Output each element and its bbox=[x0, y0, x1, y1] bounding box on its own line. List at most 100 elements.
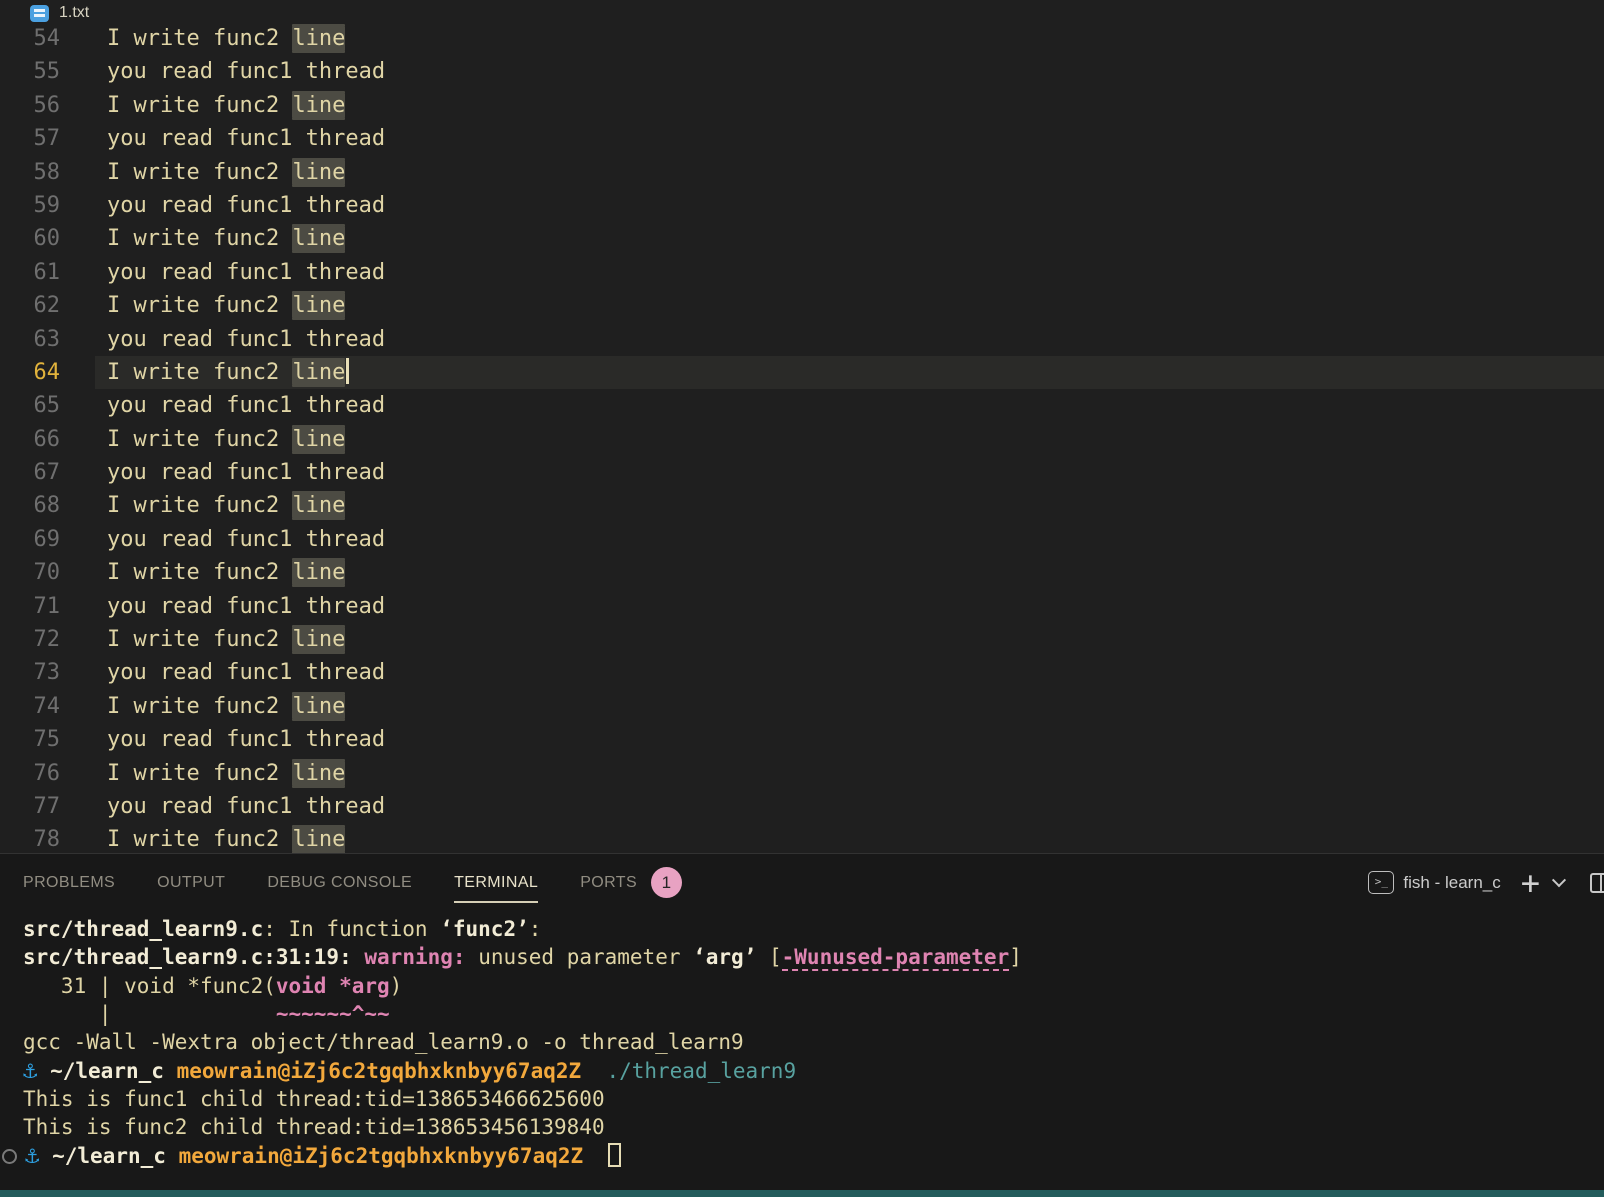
code-line-61[interactable]: 61you read func1 thread bbox=[0, 256, 1604, 289]
code-line-69[interactable]: 69you read func1 thread bbox=[0, 523, 1604, 556]
terminal-line-1: src/thread_learn9.c:31:19: warning: unus… bbox=[23, 943, 1604, 971]
code-line-60[interactable]: 60I write func2 line bbox=[0, 222, 1604, 255]
line-number: 65 bbox=[0, 389, 95, 422]
panel-tab-label: PORTS bbox=[580, 874, 637, 892]
terminal-text: unused parameter bbox=[466, 945, 694, 969]
line-text: I write func2 line bbox=[95, 823, 1604, 853]
ports-count-badge: 1 bbox=[651, 867, 682, 898]
terminal-text bbox=[581, 1059, 606, 1083]
terminal-text: | bbox=[23, 1002, 276, 1026]
line-text: I write func2 line bbox=[95, 690, 1604, 723]
terminal-text: gcc -Wall -Wextra object/thread_learn9.o… bbox=[23, 1030, 744, 1054]
code-line-66[interactable]: 66I write func2 line bbox=[0, 423, 1604, 456]
line-number: 56 bbox=[0, 89, 95, 122]
line-text: I write func2 line bbox=[95, 222, 1604, 255]
terminal-cursor bbox=[608, 1143, 621, 1167]
terminal-line-4: gcc -Wall -Wextra object/thread_learn9.o… bbox=[23, 1028, 1604, 1056]
line-text: you read func1 thread bbox=[95, 523, 1604, 556]
line-number: 75 bbox=[0, 723, 95, 756]
code-line-55[interactable]: 55you read func1 thread bbox=[0, 55, 1604, 88]
editor-lines[interactable]: 54I write func2 line55you read func1 thr… bbox=[0, 22, 1604, 853]
terminal-text bbox=[39, 1144, 52, 1168]
code-line-67[interactable]: 67you read func1 thread bbox=[0, 456, 1604, 489]
panel-tab-terminal[interactable]: TERMINAL bbox=[454, 854, 538, 911]
terminal-text: src/thread_learn9.c bbox=[23, 917, 263, 941]
panel-tab-label: TERMINAL bbox=[454, 874, 538, 892]
search-match-highlight: line bbox=[292, 694, 345, 719]
terminal-icon: >_ bbox=[1368, 871, 1394, 894]
line-text: I write func2 line bbox=[95, 489, 1604, 522]
code-line-70[interactable]: 70I write func2 line bbox=[0, 556, 1604, 589]
panel-tab-label: PROBLEMS bbox=[23, 874, 115, 892]
file-tab-label: 1.txt bbox=[59, 4, 89, 22]
line-number: 78 bbox=[0, 823, 95, 853]
line-number: 76 bbox=[0, 757, 95, 790]
terminal-text: ‘arg’ bbox=[693, 945, 756, 969]
terminal-line-2: 31 | void *func2(void *arg) bbox=[23, 972, 1604, 1000]
code-line-58[interactable]: 58I write func2 line bbox=[0, 156, 1604, 189]
line-text: you read func1 thread bbox=[95, 656, 1604, 689]
line-number: 77 bbox=[0, 790, 95, 823]
line-text: I write func2 line bbox=[95, 423, 1604, 456]
terminal-text bbox=[166, 1144, 179, 1168]
code-line-75[interactable]: 75you read func1 thread bbox=[0, 723, 1604, 756]
terminal-line-0: src/thread_learn9.c: In function ‘func2’… bbox=[23, 915, 1604, 943]
vscode-window: 1.txt 54I write func2 line55you read fun… bbox=[0, 0, 1604, 1197]
panel-tab-problems[interactable]: PROBLEMS bbox=[23, 854, 115, 911]
chevron-down-icon[interactable] bbox=[1552, 873, 1566, 887]
terminal-selector-label[interactable]: fish - learn_c bbox=[1403, 873, 1500, 893]
terminal-text bbox=[352, 945, 365, 969]
code-line-78[interactable]: 78I write func2 line bbox=[0, 823, 1604, 853]
code-line-73[interactable]: 73you read func1 thread bbox=[0, 656, 1604, 689]
line-number: 58 bbox=[0, 156, 95, 189]
editor-pane: 1.txt 54I write func2 line55you read fun… bbox=[0, 0, 1604, 853]
code-line-57[interactable]: 57you read func1 thread bbox=[0, 122, 1604, 155]
line-number: 68 bbox=[0, 489, 95, 522]
split-terminal-icon[interactable] bbox=[1590, 873, 1604, 893]
line-text: you read func1 thread bbox=[95, 55, 1604, 88]
code-line-59[interactable]: 59you read func1 thread bbox=[0, 189, 1604, 222]
terminal-line-3: | ~~~~~~^~~ bbox=[23, 1000, 1604, 1028]
terminal-text: ~~~~~~^~~ bbox=[276, 1002, 390, 1026]
panel-tab-output[interactable]: OUTPUT bbox=[157, 854, 225, 911]
terminal-line-7: This is func2 child thread:tid=138653456… bbox=[23, 1113, 1604, 1141]
code-line-54[interactable]: 54I write func2 line bbox=[0, 22, 1604, 55]
line-text: I write func2 line bbox=[95, 623, 1604, 656]
terminal-text: ~/learn_c bbox=[52, 1144, 166, 1168]
terminal-line-8: ⚓ ~/learn_c meowrain@iZj6c2tgqbhxknbyy67… bbox=[23, 1141, 1604, 1169]
terminal-output[interactable]: src/thread_learn9.c: In function ‘func2’… bbox=[0, 911, 1604, 1170]
terminal-line-6: This is func1 child thread:tid=138653466… bbox=[23, 1085, 1604, 1113]
line-number: 71 bbox=[0, 590, 95, 623]
line-text: you read func1 thread bbox=[95, 389, 1604, 422]
terminal-text: src/thread_learn9.c:31:19: bbox=[23, 945, 352, 969]
panel-tabs: PROBLEMS OUTPUT DEBUG CONSOLE TERMINAL PORTS… bbox=[23, 854, 724, 911]
code-line-71[interactable]: 71you read func1 thread bbox=[0, 590, 1604, 623]
code-line-72[interactable]: 72I write func2 line bbox=[0, 623, 1604, 656]
code-line-62[interactable]: 62I write func2 line bbox=[0, 289, 1604, 322]
terminal-text: ~/learn_c bbox=[50, 1059, 164, 1083]
new-terminal-button[interactable]: + bbox=[1521, 867, 1540, 899]
code-line-56[interactable]: 56I write func2 line bbox=[0, 89, 1604, 122]
panel-tab-debug-console[interactable]: DEBUG CONSOLE bbox=[267, 854, 412, 911]
terminal-text: meowrain@iZj6c2tgqbhxknbyy67aq2Z bbox=[177, 1059, 582, 1083]
code-line-77[interactable]: 77you read func1 thread bbox=[0, 790, 1604, 823]
code-line-68[interactable]: 68I write func2 line bbox=[0, 489, 1604, 522]
line-number: 64 bbox=[0, 356, 95, 389]
code-line-65[interactable]: 65you read func1 thread bbox=[0, 389, 1604, 422]
line-text: I write func2 line bbox=[95, 22, 1604, 55]
terminal-text: void *arg bbox=[276, 974, 390, 998]
panel-tab-label: OUTPUT bbox=[157, 874, 225, 892]
code-line-64[interactable]: 64I write func2 line bbox=[0, 356, 1604, 389]
panel-tab-ports[interactable]: PORTS 1 bbox=[580, 854, 682, 911]
line-text: you read func1 thread bbox=[95, 122, 1604, 155]
search-match-highlight: line bbox=[292, 827, 345, 852]
code-line-74[interactable]: 74I write func2 line bbox=[0, 690, 1604, 723]
code-line-76[interactable]: 76I write func2 line bbox=[0, 757, 1604, 790]
line-number: 60 bbox=[0, 222, 95, 255]
line-number: 62 bbox=[0, 289, 95, 322]
file-tab[interactable]: 1.txt bbox=[0, 0, 1604, 22]
code-line-63[interactable]: 63you read func1 thread bbox=[0, 323, 1604, 356]
line-text: you read func1 thread bbox=[95, 323, 1604, 356]
line-number: 59 bbox=[0, 189, 95, 222]
line-number: 72 bbox=[0, 623, 95, 656]
